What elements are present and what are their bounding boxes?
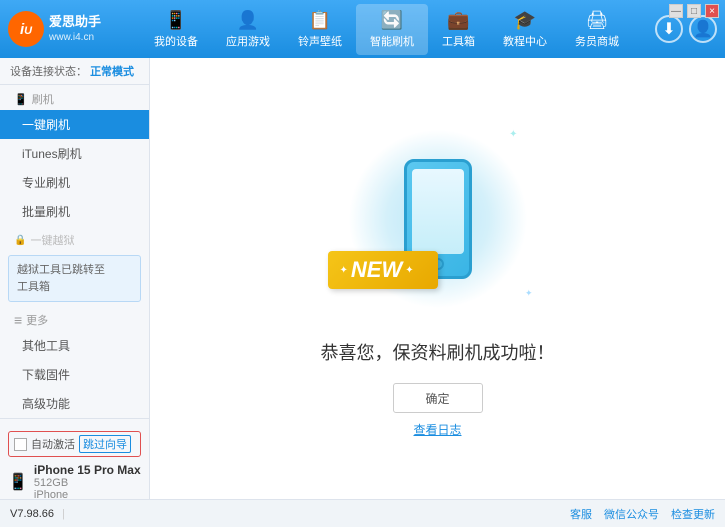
connection-status: 设备连接状态： 正常模式 [0,58,149,85]
sidebar-section-more: ≡ 更多 [0,306,149,331]
device-phone-icon: 📱 [8,472,28,492]
sidebar-section-jailbreak: 🔒 一键越狱 [0,226,149,251]
new-star-left: ✦ [340,265,348,276]
guide-button[interactable]: 跳过向导 [79,435,131,453]
sidebar-section-flash: 📱 刷机 [0,85,149,110]
more-section-icon: ≡ [14,312,22,328]
my-device-icon: 📱 [165,10,187,31]
logo-area: iU 爱思助手 www.i4.cn [8,11,118,47]
wechat-link[interactable]: 微信公众号 [604,506,659,522]
phone-illustration: ✦ ✦ ✦ ✦ NEW ✦ [328,119,548,319]
user-button[interactable]: 👤 [689,15,717,43]
flash-section-icon: 📱 [14,93,28,106]
sparkle-icon-3: ✦ [525,288,533,299]
sidebar-item-download-firmware[interactable]: 下载固件 [0,360,149,389]
device-info: iPhone 15 Pro Max 512GB iPhone [34,463,141,499]
auto-activate-row: 自动激活 跳过向导 [8,431,141,457]
sidebar-item-one-key-flash[interactable]: 一键刷机 [0,110,149,139]
nav-ringtones[interactable]: 📋 铃声壁纸 [284,4,356,55]
log-link[interactable]: 查看日志 [413,421,461,438]
check-update-link[interactable]: 检查更新 [671,506,715,522]
jailbreak-notice: 越狱工具已跳转至 工具箱 [8,255,141,302]
sparkle-icon-2: ✦ [509,129,517,140]
sidebar-bottom: 自动激活 跳过向导 📱 iPhone 15 Pro Max 512GB iPho… [0,418,149,499]
apps-icon: 👤 [237,10,259,31]
ringtones-icon: 📋 [309,10,331,31]
download-button[interactable]: ⬇ [655,15,683,43]
confirm-button[interactable]: 确定 [393,383,483,413]
sidebar-item-advanced[interactable]: 高级功能 [0,389,149,418]
success-message: 恭喜您，保资料刷机成功啦！ [321,339,555,365]
window-controls: — □ × [669,4,719,18]
sidebar-item-pro-flash[interactable]: 专业刷机 [0,168,149,197]
auto-activate-checkbox[interactable] [14,438,27,451]
device-row: 📱 iPhone 15 Pro Max 512GB iPhone [8,461,141,499]
business-icon: 🖨 [586,10,609,31]
nav-business[interactable]: 🖨 务员商城 [561,4,633,55]
new-ribbon: ✦ NEW ✦ [328,251,438,289]
sidebar: 设备连接状态： 正常模式 📱 刷机 一键刷机 iTunes刷机 专业刷机 批量刷… [0,58,150,499]
status-links: 客服 微信公众号 检查更新 [570,506,715,522]
logo-icon: iU [8,11,44,47]
status-bar: V7.98.66 | 客服 微信公众号 检查更新 [0,499,725,527]
phone-screen [412,169,464,254]
nav-bar: 📱 我的设备 👤 应用游戏 📋 铃声壁纸 🔄 智能刷机 💼 工具箱 🎓 [118,4,655,55]
nav-apps[interactable]: 👤 应用游戏 [212,4,284,55]
main-content: ✦ ✦ ✦ ✦ NEW ✦ 恭喜您，保资料刷机成功啦！ [150,58,725,499]
toolbox-icon: 💼 [447,10,469,31]
maximize-button[interactable]: □ [687,4,701,18]
header-right: ⬇ 👤 [655,15,717,43]
new-banner: ✦ NEW ✦ [328,251,438,301]
logo-text: 爱思助手 www.i4.cn [49,14,101,44]
sparkle-icon-1: ✦ [348,134,360,151]
nav-toolbox[interactable]: 💼 工具箱 [428,4,489,55]
header: iU 爱思助手 www.i4.cn 📱 我的设备 👤 应用游戏 📋 铃声壁纸 🔄 [0,0,725,58]
sidebar-item-batch-flash[interactable]: 批量刷机 [0,197,149,226]
new-star-right: ✦ [405,265,413,276]
sidebar-item-itunes-flash[interactable]: iTunes刷机 [0,139,149,168]
main-layout: 设备连接状态： 正常模式 📱 刷机 一键刷机 iTunes刷机 专业刷机 批量刷… [0,58,725,499]
smart-flash-icon: 🔄 [381,10,403,31]
nav-smart-flash[interactable]: 🔄 智能刷机 [356,4,428,55]
minimize-button[interactable]: — [669,4,683,18]
close-button[interactable]: × [705,4,719,18]
device-area: 自动激活 跳过向导 📱 iPhone 15 Pro Max 512GB iPho… [0,425,149,499]
nav-my-device[interactable]: 📱 我的设备 [140,4,212,55]
customer-service-link[interactable]: 客服 [570,506,592,522]
sidebar-item-other-tools[interactable]: 其他工具 [0,331,149,360]
tutorial-icon: 🎓 [514,10,536,31]
lock-icon: 🔒 [14,235,26,246]
nav-tutorial[interactable]: 🎓 教程中心 [489,4,561,55]
new-label: NEW [351,257,402,283]
